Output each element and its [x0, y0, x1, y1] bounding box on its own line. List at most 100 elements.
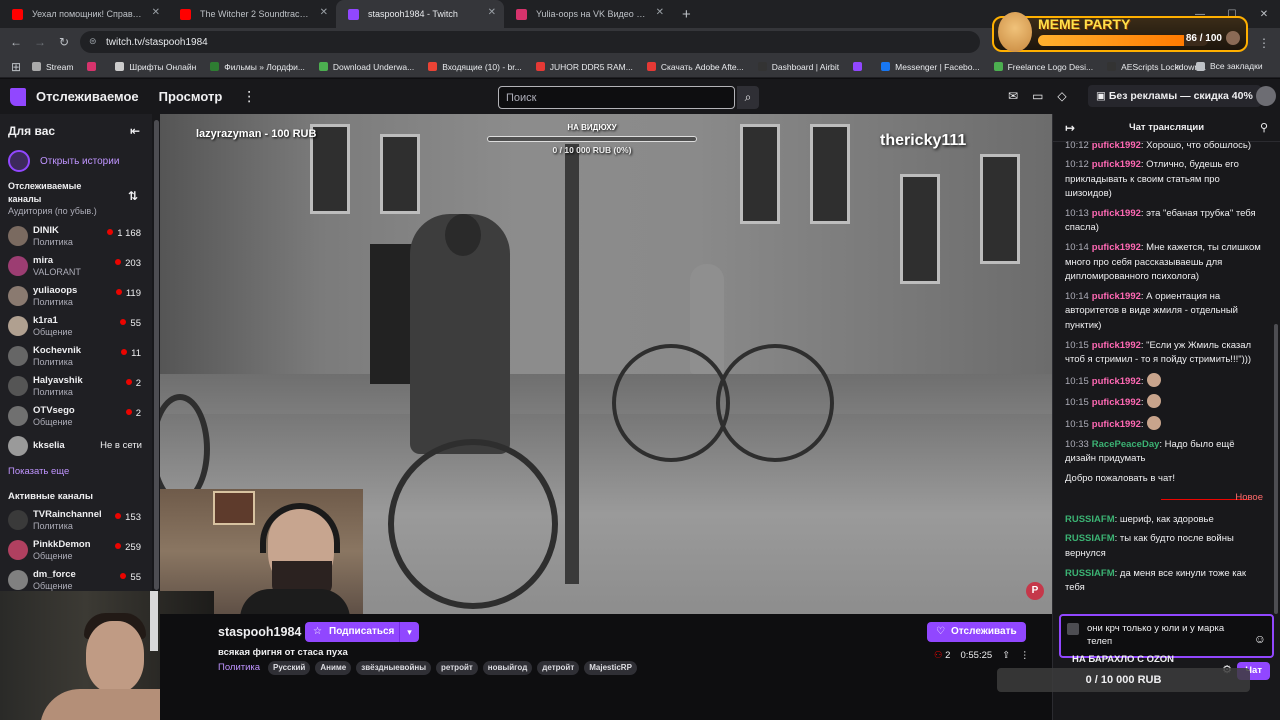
ad-free-promo-button[interactable]: ▣ Без рекламы — скидка 40%	[1088, 85, 1261, 107]
browser-tab[interactable]: Yulia-oops на VK Видео Live - ✕	[504, 0, 672, 28]
stream-tag[interactable]: новыйгод	[482, 661, 533, 675]
emote-picker-icon[interactable]: ☺	[1254, 632, 1266, 646]
chat-username[interactable]: pufick1992	[1092, 242, 1141, 253]
chat-username[interactable]: RUSSIAFM	[1065, 533, 1115, 544]
tab-close-icon[interactable]: ✕	[656, 7, 664, 18]
stories-link[interactable]: Открыть истории	[0, 148, 152, 174]
sidebar-channel[interactable]: TVRainchannel Политика 153	[0, 506, 152, 536]
chat-username[interactable]: pufick1992	[1092, 291, 1141, 302]
bookmark-item[interactable]: Шрифты Онлайн	[115, 62, 196, 72]
stream-tag[interactable]: детройт	[537, 661, 580, 675]
menu-dots-icon[interactable]: ⋮	[1252, 36, 1276, 50]
whispers-icon[interactable]: ▭	[1032, 89, 1043, 103]
sidebar-scroll-thumb[interactable]	[153, 120, 159, 590]
bookmark-item[interactable]: Dashboard | Airbit	[757, 62, 839, 72]
sidebar-channel[interactable]: Halyavshik Политика 2	[0, 372, 152, 402]
tab-close-icon[interactable]: ✕	[320, 7, 328, 18]
sidebar-channel[interactable]: yuliaoops Политика 119	[0, 282, 152, 312]
close-window-icon[interactable]: ✕	[1248, 9, 1280, 20]
browser-tab[interactable]: staspooh1984 - Twitch ✕	[336, 0, 504, 28]
bookmark-item[interactable]	[853, 62, 867, 72]
bookmark-item[interactable]: Stream	[32, 62, 73, 72]
tab-title: The Witcher 2 Soundtrack - Sor	[200, 9, 310, 19]
tab-close-icon[interactable]: ✕	[152, 7, 160, 18]
tab-close-icon[interactable]: ✕	[488, 7, 496, 18]
stream-category[interactable]: Политика	[218, 662, 260, 673]
collapse-sidebar-icon[interactable]: ⇤	[130, 124, 140, 138]
sidebar-channel[interactable]: PinkkDemon Общение 259	[0, 536, 152, 566]
sidebar-channel[interactable]: Kochevnik Политика 11	[0, 342, 152, 372]
stream-tag[interactable]: Русский	[268, 661, 311, 675]
site-info-icon[interactable]: ⊜	[89, 36, 97, 47]
back-icon[interactable]: ←	[4, 35, 28, 49]
meme-party-widget: MEME PARTY 86 / 100	[992, 12, 1248, 52]
chat-username[interactable]: pufick1992	[1092, 419, 1141, 430]
search-input[interactable]: Поиск	[498, 86, 735, 109]
bookmark-item[interactable]: Download Underwa...	[318, 62, 414, 72]
chat-username[interactable]: pufick1992	[1092, 340, 1141, 351]
forward-icon[interactable]: →	[28, 35, 52, 49]
live-dot-icon	[115, 543, 122, 549]
tab-title: Yulia-oops на VK Видео Live -	[536, 9, 646, 19]
chat-messages: 10:12 pufick1992: Хорошо, что обошлось) 10…	[1053, 136, 1275, 616]
bookmark-item[interactable]: Freelance Logo Desi...	[993, 62, 1093, 72]
goal-progress-bar	[487, 136, 697, 142]
bookmark-favicon-icon	[535, 62, 545, 71]
browser-tab[interactable]: Уехал помощник! Справляемся ✕	[0, 0, 168, 28]
subscribe-button[interactable]: ☆ Подписаться	[305, 622, 405, 642]
nav-following[interactable]: Отслеживаемое	[36, 89, 139, 104]
sidebar-channel-offline[interactable]: kkselia Не в сети	[0, 432, 152, 462]
chat-username[interactable]: RUSSIAFM	[1065, 514, 1115, 525]
share-icon[interactable]: ⇪	[1002, 650, 1010, 661]
show-more-link[interactable]: Показать еще	[0, 462, 152, 485]
bookmark-favicon-icon	[210, 62, 220, 71]
more-options-icon[interactable]: ⋮	[1020, 650, 1030, 661]
bookmark-item[interactable]: Скачать Adobe Afte...	[646, 62, 744, 72]
heart-icon: ♡	[936, 626, 945, 637]
follow-button[interactable]: ♡ Отслеживать	[927, 622, 1026, 642]
browser-tab[interactable]: The Witcher 2 Soundtrack - Sor ✕	[168, 0, 336, 28]
chat-badge-icon[interactable]	[1067, 623, 1079, 635]
user-avatar[interactable]	[1256, 86, 1276, 106]
bookmark-item[interactable]: Входящие (10) - br...	[428, 62, 522, 72]
new-tab-icon[interactable]: +	[682, 6, 691, 23]
chat-username[interactable]: RacePeaceDay	[1092, 439, 1160, 450]
apps-icon[interactable]: ⊞	[4, 60, 28, 74]
chat-username[interactable]: pufick1992	[1092, 159, 1141, 170]
subscribe-dropdown-icon[interactable]: ▾	[399, 622, 419, 642]
more-dots-icon[interactable]: ⋮	[242, 88, 256, 105]
sidebar-channel[interactable]: k1ra1 Общение 55	[0, 312, 152, 342]
bookmark-item[interactable]	[87, 62, 101, 72]
all-bookmarks[interactable]: Все закладки	[1196, 61, 1263, 71]
sort-icon[interactable]: ⇅	[128, 190, 138, 203]
channel-name[interactable]: staspooh1984	[218, 625, 301, 639]
url-input[interactable]: ⊜ twitch.tv/staspooh1984	[80, 31, 980, 53]
nav-browse[interactable]: Просмотр	[159, 89, 223, 104]
chat-username[interactable]: pufick1992	[1092, 397, 1141, 408]
search-icon[interactable]: ⌕	[737, 86, 759, 109]
sidebar-channel[interactable]: mira VALORANT 203	[0, 252, 152, 282]
stream-tag[interactable]: звёздныевойны	[356, 661, 432, 675]
stream-tag[interactable]: ретройт	[436, 661, 478, 675]
sidebar-channel[interactable]: OTVsego Общение 2	[0, 402, 152, 432]
chat-scrollbar[interactable]	[1274, 324, 1278, 614]
chat-input[interactable]: они крч только у юли и у марка телеп ☺	[1059, 614, 1274, 658]
stream-tag[interactable]: MajesticRP	[584, 661, 637, 675]
twitch-logo-icon[interactable]	[10, 87, 26, 106]
sidebar-channel[interactable]: DINIK Политика 1 168	[0, 222, 152, 252]
chat-username[interactable]: pufick1992	[1092, 208, 1141, 219]
notifications-icon[interactable]: ◇	[1057, 89, 1066, 103]
inbox-icon[interactable]: ✉	[1008, 89, 1018, 103]
bookmark-item[interactable]: AEScripts Lockdown...	[1107, 62, 1206, 72]
stream-tag[interactable]: Аниме	[315, 661, 352, 675]
bookmark-item[interactable]: JUHOR DDR5 RAM...	[535, 62, 633, 72]
bookmark-item[interactable]: Messenger | Facebo...	[881, 62, 980, 72]
bookmarks-more-icon[interactable]: »	[1176, 61, 1181, 71]
bookmark-item[interactable]: Фильмы » Лордфи...	[210, 62, 305, 72]
chat-username[interactable]: pufick1992	[1092, 376, 1141, 387]
chat-username[interactable]: pufick1992	[1092, 140, 1141, 151]
bookmark-favicon-icon	[646, 62, 656, 71]
bookmark-label: AEScripts Lockdown...	[1121, 61, 1207, 72]
reload-icon[interactable]: ↻	[52, 35, 76, 49]
chat-username[interactable]: RUSSIAFM	[1065, 568, 1115, 579]
